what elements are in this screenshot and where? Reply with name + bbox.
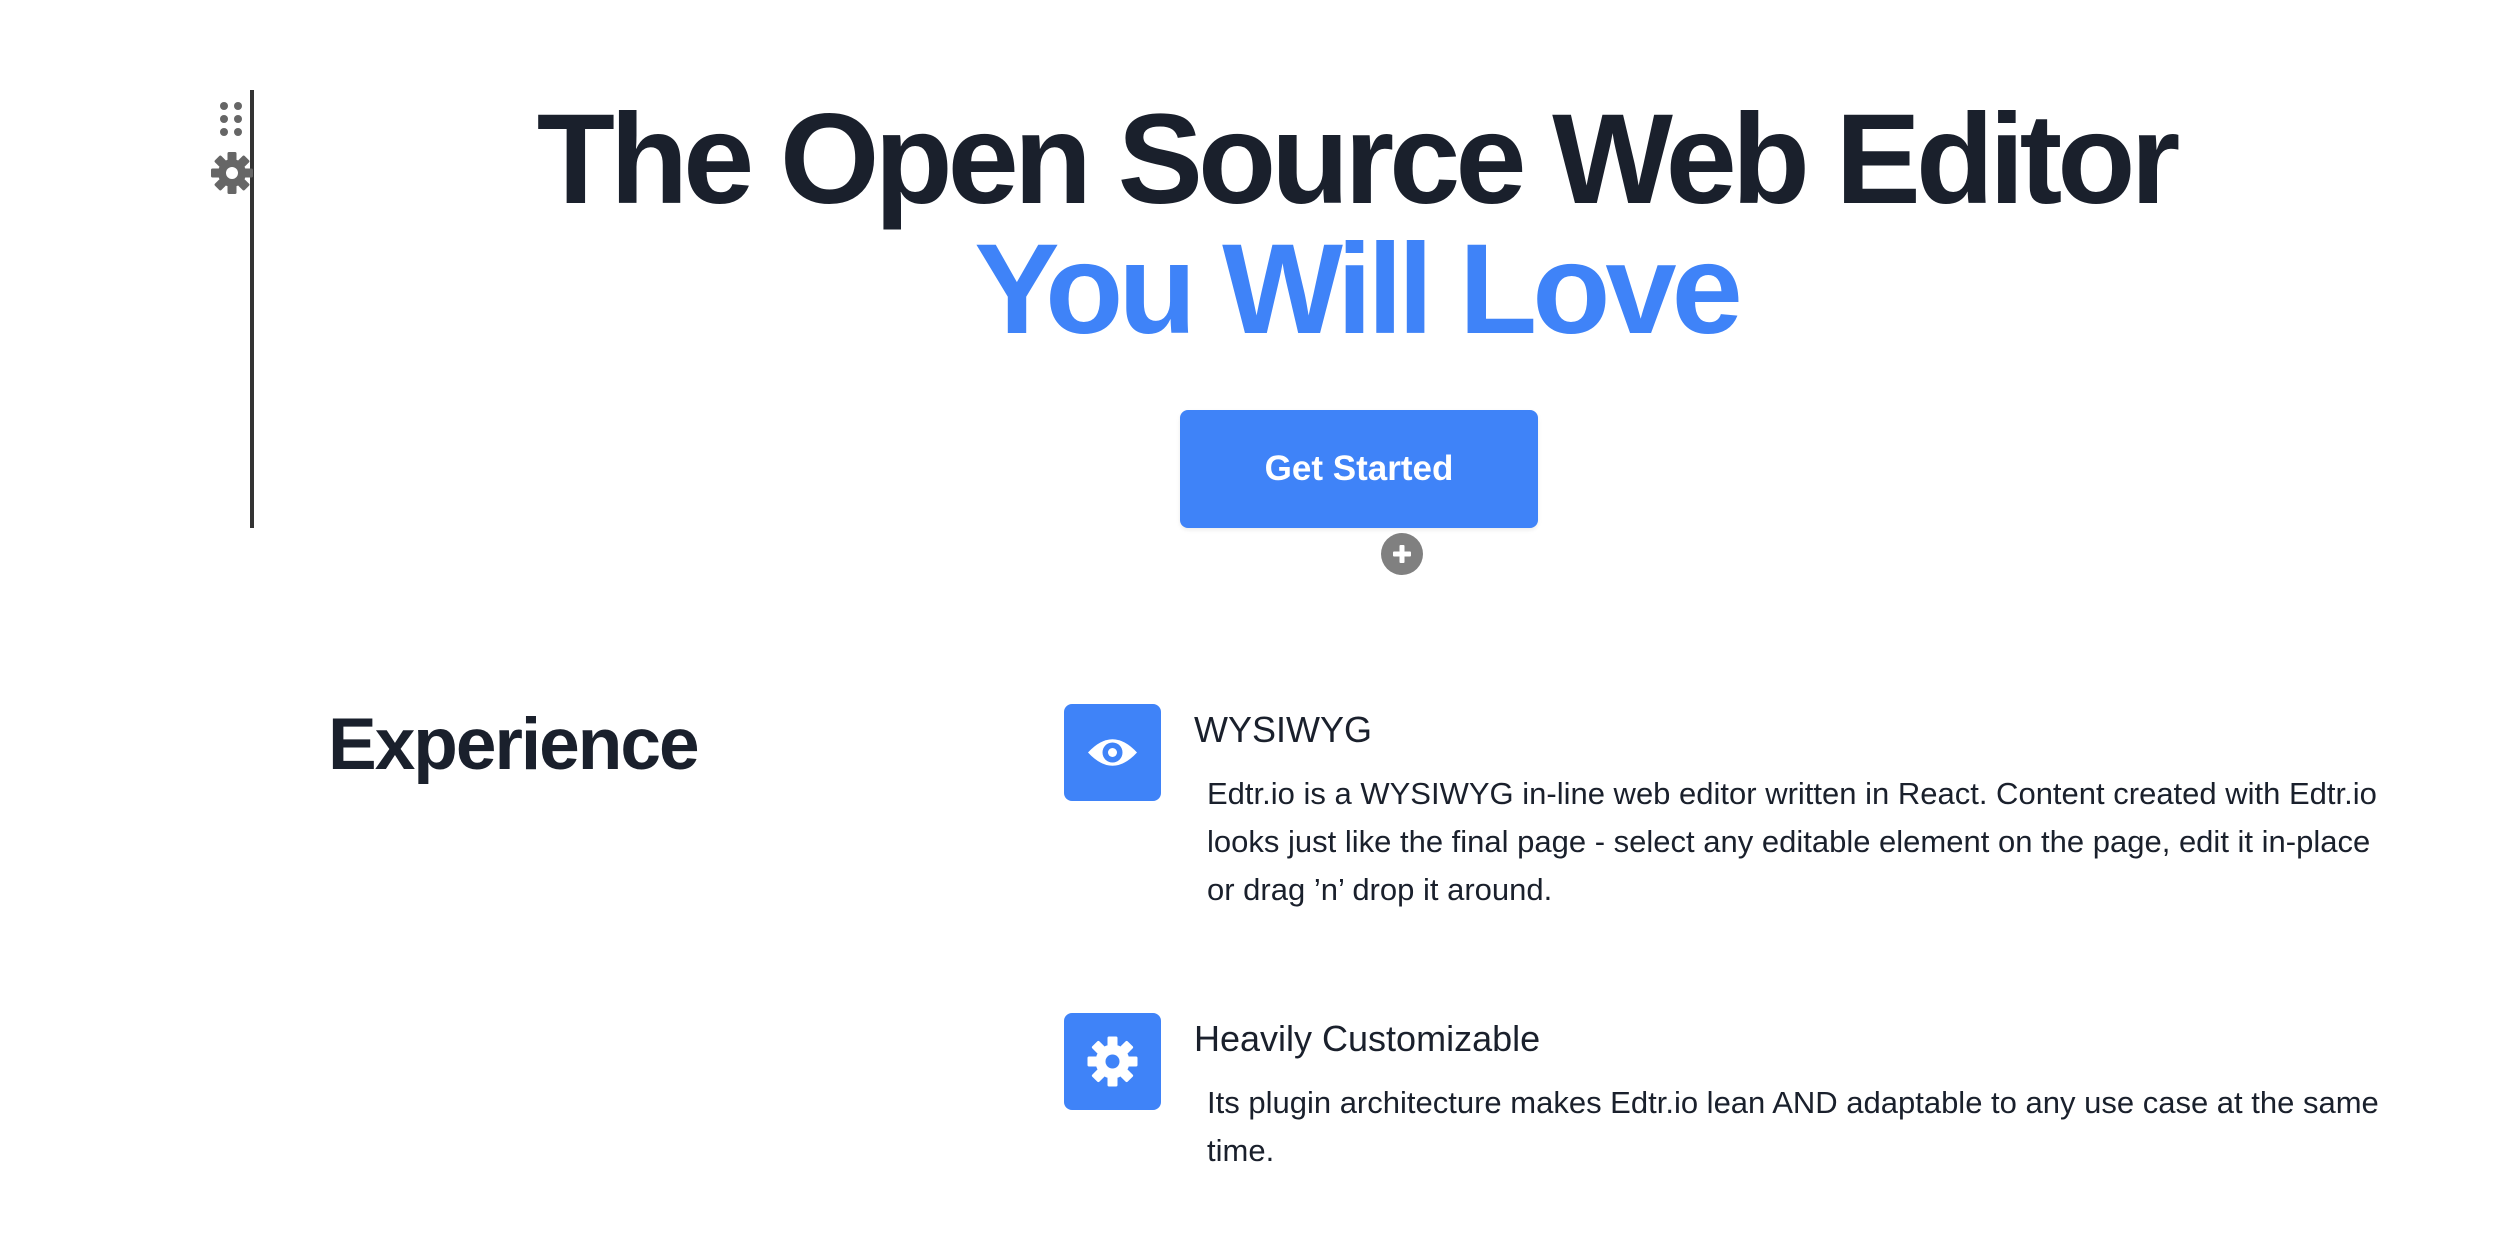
gear-icon: [1087, 1036, 1138, 1087]
gear-icon[interactable]: [210, 151, 254, 195]
plus-circle-icon[interactable]: [1381, 533, 1423, 575]
drag-handle-icon[interactable]: [217, 101, 247, 137]
feature-description: Edtr.io is a WYSIWYG in-line web editor …: [1207, 776, 2377, 907]
feature-description: Its plugin architecture makes Edtr.io le…: [1207, 1085, 2379, 1168]
feature-title: Heavily Customizable: [1194, 1018, 1541, 1059]
hero-subtitle: You Will Love: [974, 218, 1743, 361]
feature-title: WYSIWYG: [1194, 709, 1372, 750]
eye-icon: [1088, 739, 1137, 766]
section-heading: Experience: [328, 704, 700, 785]
get-started-button[interactable]: Get Started: [1180, 410, 1538, 528]
feature-icon-box: [1064, 1013, 1161, 1110]
hero-title: The Open Source Web Editor: [536, 88, 2181, 231]
feature-icon-box: [1064, 704, 1161, 801]
